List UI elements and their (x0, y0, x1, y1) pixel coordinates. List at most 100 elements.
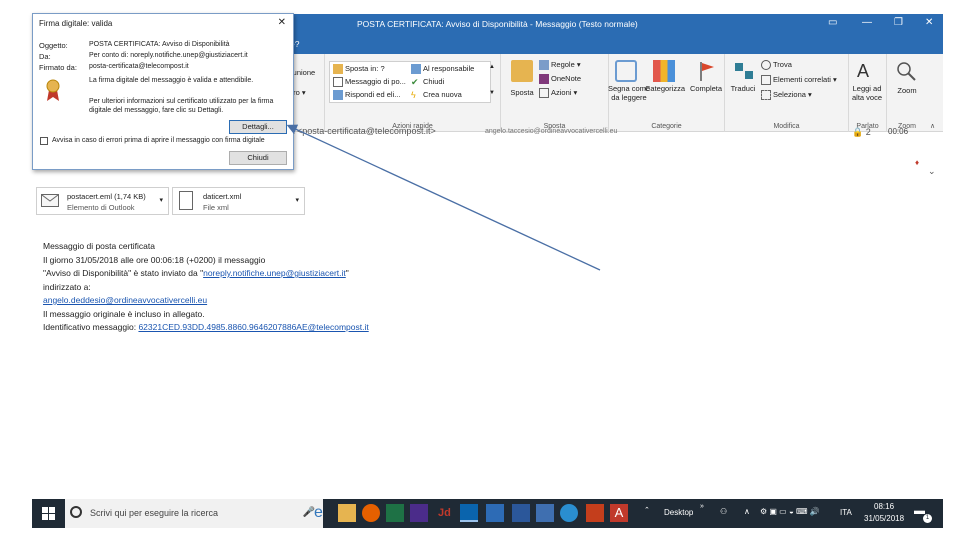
from-value: Per conto di: noreply.notifiche.unep@giu… (89, 52, 248, 59)
gallery-scroll-up[interactable]: ▲ (489, 64, 495, 70)
find-button[interactable]: Trova (761, 60, 792, 71)
onenote-icon (539, 74, 549, 85)
cortana-icon (70, 506, 82, 518)
folder-icon (333, 64, 343, 75)
gallery-expand[interactable]: ▼ (489, 90, 495, 96)
clock-time[interactable]: 08:16 (874, 502, 894, 511)
quick-step-crea[interactable]: ϟ Crea nuova (411, 90, 462, 100)
file-explorer-icon[interactable] (338, 504, 356, 522)
sender: it <posta-certificata@telecompost.it> (290, 126, 436, 136)
powerpoint-icon[interactable] (586, 504, 604, 522)
toolbar-expand[interactable]: » (700, 503, 704, 510)
collapse-ribbon-icon[interactable]: ∧ (930, 122, 935, 130)
body-line: Il giorno 31/05/2018 alle ore 00:06:18 (… (43, 254, 266, 265)
app-icon[interactable] (410, 504, 428, 522)
ribbon-group-tags: Segna come da leggere Categorizza Complet… (608, 54, 725, 132)
envelope-icon (41, 194, 59, 207)
quick-step-chiudi[interactable]: ✔ Chiudi (411, 77, 444, 87)
ribbon-display-icon[interactable]: ▭ (828, 17, 837, 28)
edit-group-label: Modifica (773, 123, 800, 130)
edge-icon[interactable]: e (314, 504, 332, 522)
ribbon-group-move: Sposta Regole ▾ OneNote Azioni ▾ Sposta (501, 54, 609, 132)
body-line: "Avviso di Disponibilità" è stato inviat… (43, 268, 349, 278)
attachment-menu-chevron-icon[interactable]: ▾ (159, 196, 163, 204)
dialog-close-icon[interactable]: ✕ (278, 17, 286, 28)
select-button[interactable]: Seleziona ▾ (761, 90, 812, 101)
close-button[interactable]: Chiudi (229, 151, 287, 165)
recipient-link[interactable]: angelo.deddesio@ordineavvocativercelli.e… (43, 295, 207, 305)
attachment-name: daticert.xml (203, 192, 242, 201)
complete-button[interactable]: Completa (687, 84, 725, 93)
ribbon-group-zoom: Zoom Zoom (887, 54, 927, 132)
rules-button[interactable]: Regole ▾ (539, 60, 581, 71)
read-aloud-icon: A (857, 61, 870, 81)
attachment-menu-chevron-icon[interactable]: ▾ (295, 196, 299, 204)
warn-checkbox[interactable] (40, 137, 48, 145)
clock-date[interactable]: 31/05/2018 (864, 514, 904, 523)
search-placeholder: Scrivi qui per eseguire la ricerca (90, 508, 219, 518)
tray-overflow-icon[interactable]: ∧ (744, 507, 750, 516)
categorize-icon (653, 60, 675, 82)
received-time: 00:06 (888, 127, 909, 136)
details-button[interactable]: Dettagli... (229, 120, 287, 134)
signature-ribbon-icon[interactable]: ♦ (915, 158, 919, 167)
actions-button[interactable]: Azioni ▾ (539, 88, 577, 99)
meeting-button[interactable]: iunione (291, 68, 315, 77)
ribbon-group-speech: A Leggi ad alta voce Parlato (849, 54, 887, 132)
jd-icon[interactable]: Jd (438, 504, 456, 522)
zoom-button[interactable]: Zoom (887, 86, 927, 95)
word-icon[interactable] (512, 504, 530, 522)
subject-label: Oggetto: (39, 41, 68, 50)
certificate-ribbon-icon (45, 78, 61, 104)
start-windows-icon[interactable] (42, 507, 55, 522)
categorize-button[interactable]: Categorizza (645, 84, 685, 93)
taskbar-scroll-arrows[interactable]: ⌃ (644, 506, 650, 514)
arrow-icon (333, 77, 343, 88)
language-indicator[interactable]: ITA (840, 508, 852, 517)
digital-signature-dialog: Firma digitale: valida ✕ Oggetto: POSTA … (32, 13, 294, 170)
taskbar-search-box[interactable]: Scrivi qui per eseguire la ricerca 🎤 (65, 499, 323, 528)
excel-icon[interactable] (386, 504, 404, 522)
firefox-icon[interactable] (362, 504, 380, 522)
reply-icon (333, 90, 343, 101)
quick-step-sposta[interactable]: Sposta in: ? (333, 64, 385, 75)
expand-header-chevron-icon[interactable]: ⌄ (928, 166, 936, 177)
valid-message: La firma digitale del messaggio è valida… (89, 77, 254, 84)
outlook-icon[interactable] (460, 504, 478, 522)
quick-step-responsabile[interactable]: Al responsabile (411, 64, 474, 75)
related-icon (761, 75, 771, 86)
attachment-daticert[interactable]: daticert.xml File xml ▾ (172, 187, 305, 215)
message-id-link[interactable]: 62321CED.93DD.4985.8860.9646207886AE@tel… (138, 322, 368, 332)
maximize-icon[interactable]: ❐ (894, 17, 903, 28)
people-icon[interactable]: ⚇ (720, 507, 727, 516)
read-aloud-button[interactable]: Leggi ad alta voce (847, 84, 887, 102)
translate-button[interactable]: Traduci (725, 84, 761, 93)
signed-by-label: Firmato da: (39, 63, 77, 72)
desktop-toolbar[interactable]: Desktop (664, 508, 693, 517)
sync-icon[interactable] (560, 504, 578, 522)
sender-link[interactable]: noreply.notifiche.unep@giustiziacert.it (203, 268, 346, 278)
body-line: Messaggio di posta certificata (43, 241, 155, 251)
close-window-icon[interactable]: ✕ (925, 17, 933, 28)
quick-step-rispondi[interactable]: Rispondi ed eli... (333, 90, 400, 101)
from-label: Da: (39, 52, 51, 61)
attachment-type: File xml (203, 203, 229, 212)
onedrive-icon[interactable] (536, 504, 554, 522)
window-title: POSTA CERTIFICATA: Avviso di Disponibili… (357, 19, 638, 29)
tray-icons[interactable]: ⚙ ▣ ▭ ◒ ⌨ 🔊 (760, 507, 820, 516)
move-button[interactable]: Sposta (507, 88, 537, 97)
rules-icon (539, 60, 549, 71)
body-line: indirizzato a: (43, 281, 91, 292)
attachment-postacert[interactable]: postacert.eml (1,74 KB) Elemento di Outl… (36, 187, 169, 215)
select-icon (761, 90, 771, 101)
minimize-icon[interactable]: — (862, 17, 872, 28)
body-line: angelo.deddesio@ordineavvocativercelli.e… (43, 294, 369, 308)
dialog-title: Firma digitale: valida (39, 19, 113, 28)
dropbox-icon[interactable] (486, 504, 504, 522)
related-button[interactable]: Elementi correlati ▾ (761, 75, 837, 86)
acrobat-icon[interactable]: A (610, 504, 628, 522)
actions-icon (539, 88, 549, 99)
quick-step-messaggio[interactable]: Messaggio di po... (333, 77, 406, 88)
onenote-button[interactable]: OneNote (539, 74, 581, 85)
forward-icon (411, 64, 421, 75)
